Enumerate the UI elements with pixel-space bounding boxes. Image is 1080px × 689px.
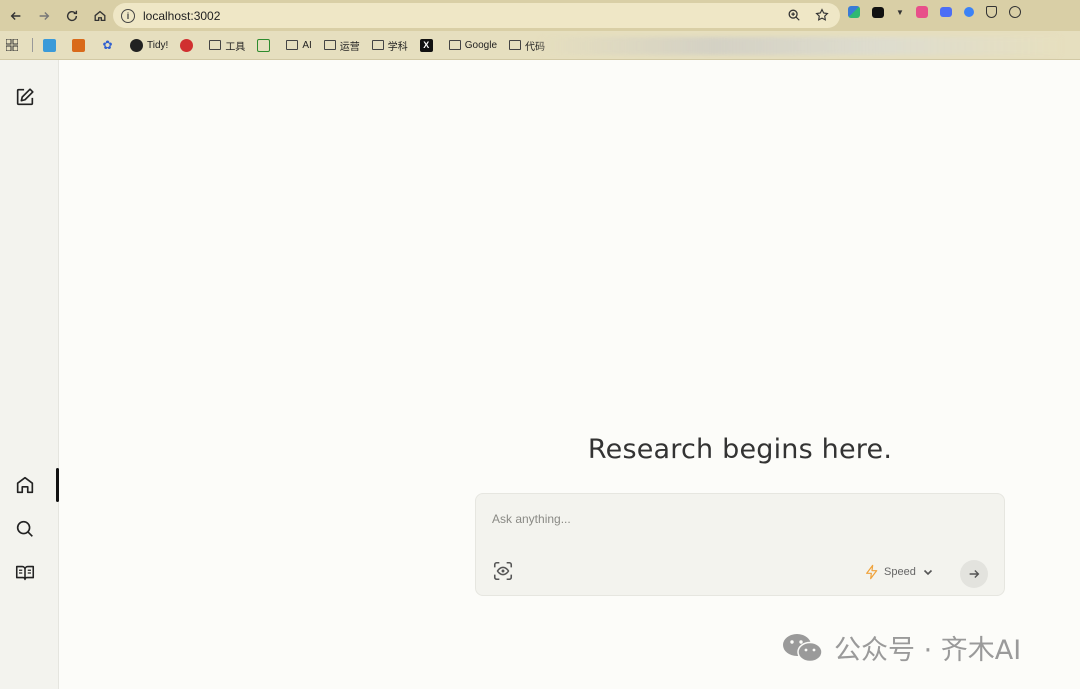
active-indicator: [56, 468, 59, 502]
x-icon: X: [419, 38, 433, 52]
bookmark-label: 运营: [339, 41, 360, 53]
bookmark-folder-subjects[interactable]: 学科: [371, 38, 408, 53]
lightning-icon: [866, 564, 878, 580]
bookmark-folder-ops[interactable]: 运营: [323, 38, 360, 53]
extension-grid-icon[interactable]: [848, 6, 860, 18]
folder-icon: [209, 40, 222, 50]
bookmark-folder-tools[interactable]: 工具: [209, 38, 245, 53]
bookmark-douban[interactable]: [257, 38, 274, 52]
sidebar-item-home[interactable]: [14, 474, 38, 498]
home-icon: [94, 10, 106, 21]
watermark: 公众号 · 齐木AI: [782, 628, 1021, 667]
chevron-down-icon[interactable]: ▼: [896, 8, 904, 17]
home-icon: [16, 476, 34, 494]
folder-icon: [371, 40, 384, 50]
bookmark-folder-ai[interactable]: AI: [286, 39, 312, 51]
star-icon[interactable]: [814, 7, 830, 23]
folder-icon: [448, 40, 461, 50]
extension-shield-icon[interactable]: [985, 6, 997, 18]
ask-input[interactable]: [492, 512, 972, 526]
paw-icon: ✿: [102, 38, 113, 52]
chevron-down-icon: [923, 569, 932, 576]
bookmark-label: Google: [464, 39, 498, 51]
folder-icon: [286, 40, 299, 50]
forward-button[interactable]: [30, 2, 58, 30]
scan-eye-icon: [493, 561, 513, 581]
extension-circle-icon[interactable]: [963, 7, 974, 17]
speed-mode-selector[interactable]: Speed: [864, 564, 934, 580]
speed-label: Speed: [884, 566, 916, 578]
bookmark-tidy[interactable]: Tidy!: [130, 38, 169, 52]
badge-icon: [180, 38, 194, 52]
bookmark-folder-google[interactable]: Google: [448, 39, 498, 51]
ask-box: Speed: [475, 493, 1005, 596]
extension-blue-icon[interactable]: [939, 7, 952, 17]
address-bar[interactable]: i localhost:3002: [113, 3, 840, 28]
bookmark-label: 工具: [225, 41, 246, 53]
apps-grid-icon: [6, 39, 18, 51]
bookmark-label: 学科: [387, 41, 408, 53]
bookmark-badge[interactable]: [180, 38, 197, 52]
edit-icon: [16, 88, 34, 106]
apps-button[interactable]: [6, 39, 18, 51]
home-button[interactable]: [86, 2, 114, 30]
bookmark-label: Tidy!: [147, 39, 169, 51]
sidebar-item-library[interactable]: [14, 562, 38, 586]
site-info-icon[interactable]: i: [121, 8, 135, 23]
book-open-icon: [15, 565, 35, 581]
douban-icon: [257, 38, 271, 52]
bookmark-fox[interactable]: [72, 38, 89, 52]
folder-icon: [323, 40, 336, 50]
extension-translate-icon[interactable]: [915, 6, 928, 18]
fox-icon: [72, 38, 85, 52]
extension-pin-icon[interactable]: [1008, 6, 1021, 18]
extensions-area: ▼: [848, 6, 1021, 18]
reload-button[interactable]: [58, 2, 86, 30]
app-icon: [43, 38, 56, 52]
sidebar: [0, 60, 59, 689]
bookmark-x[interactable]: X: [419, 38, 437, 52]
sidebar-item-discover[interactable]: [14, 518, 38, 542]
bookmark-app[interactable]: [43, 38, 60, 52]
bookmarks-bar: ✿ Tidy! 工具 AI 运营 学科 X Google 代码: [0, 31, 1080, 60]
globe-icon: [130, 38, 143, 52]
arrow-right-icon: [39, 11, 50, 20]
watermark-text: 公众号 · 齐木AI: [834, 635, 1022, 666]
submit-button[interactable]: [960, 560, 988, 588]
bookmark-paw[interactable]: ✿: [101, 38, 118, 52]
zoom-icon[interactable]: [786, 7, 802, 23]
back-button[interactable]: [2, 2, 30, 30]
extension-tab-icon[interactable]: [872, 6, 884, 18]
search-icon: [16, 520, 33, 537]
focus-button[interactable]: [492, 560, 514, 582]
new-thread-button[interactable]: [14, 86, 38, 110]
folder-icon: [509, 40, 522, 50]
blurred-bookmarks: [540, 37, 1060, 55]
url-text: localhost:3002: [143, 8, 221, 23]
bookmark-label: AI: [302, 39, 312, 51]
page-title: Research begins here.: [587, 434, 893, 465]
arrow-left-icon: [10, 11, 21, 20]
arrow-right-icon: [969, 570, 980, 578]
reload-icon: [66, 10, 78, 21]
wechat-icon: [783, 633, 823, 662]
